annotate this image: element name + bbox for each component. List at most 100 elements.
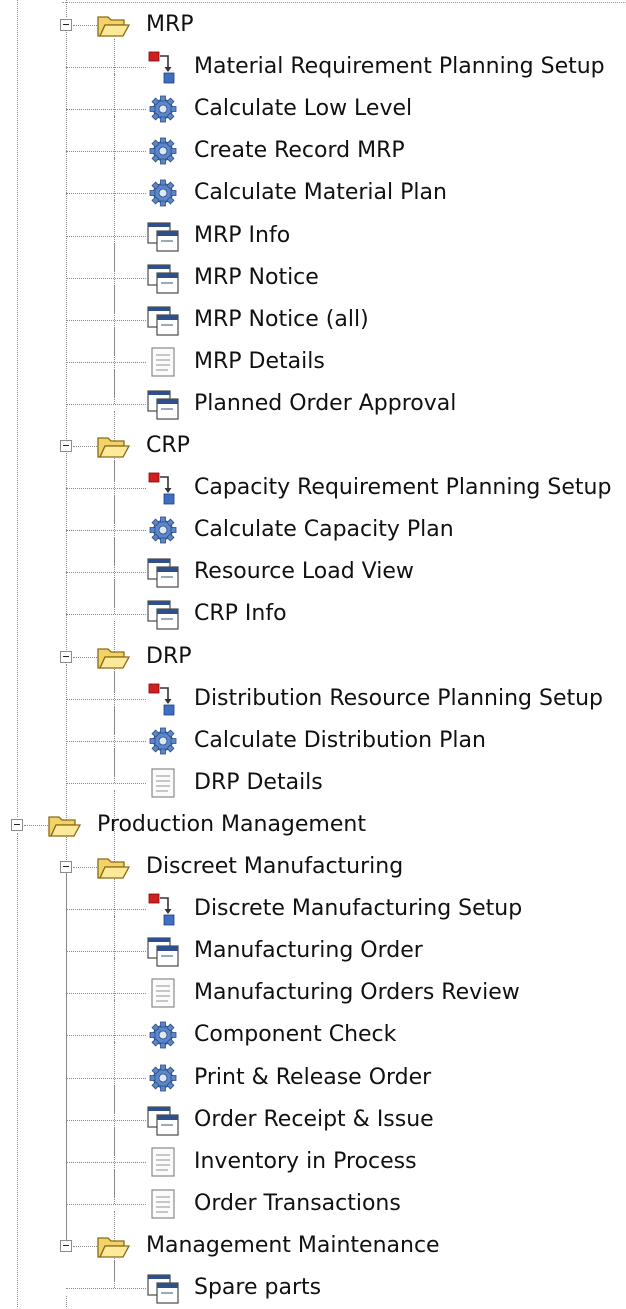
tree-connector [66,1077,146,1079]
collapse-toggle-management-maintenance[interactable] [60,1239,72,1252]
tree-guide-line [114,460,115,615]
workflow-icon [146,471,180,505]
tree-item-print-and-release-order[interactable]: Print & Release Order [194,1061,431,1095]
folder-open-icon [96,850,131,884]
tree-item-planned-order-approval[interactable]: Planned Order Approval [194,387,456,421]
tree-item-calculate-material-plan[interactable]: Calculate Material Plan [194,176,447,210]
tree-connector [66,993,146,995]
tree-item-material-requirement-planning-setup[interactable]: Material Requirement Planning Setup [194,50,605,84]
tree-item-manufacturing-orders-review[interactable]: Manufacturing Orders Review [194,976,520,1010]
window-icon [146,597,180,631]
collapse-toggle-discreet-manufacturing[interactable] [60,861,72,873]
tree-connector [66,530,146,532]
tree-guide-line [114,670,115,783]
folder-open-icon [96,429,131,463]
tree-top-border [62,2,626,3]
tree-connector [66,698,146,700]
tree-connector [66,193,146,195]
tree-connector [66,319,146,321]
collapse-toggle-drp[interactable] [60,650,72,663]
tree-connector [73,656,97,658]
tree-folder-mrp[interactable]: MRP [146,8,194,42]
process-gear-icon [146,92,180,126]
tree-item-mrp-details[interactable]: MRP Details [194,345,325,379]
tree-item-distribution-resource-planning-setup[interactable]: Distribution Resource Planning Setup [194,682,603,716]
report-icon [146,766,180,800]
tree-guide-line [114,1259,115,1288]
tree-connector [66,67,146,69]
tree-item-component-check[interactable]: Component Check [194,1018,396,1052]
tree-connector [66,109,146,111]
tree-item-resource-load-view[interactable]: Resource Load View [194,555,414,589]
workflow-icon [146,50,180,84]
tree-guide-line [66,1296,67,1307]
tree-connector [24,824,48,826]
report-icon [146,345,180,379]
process-gear-icon [146,513,180,547]
tree-guide-line [17,0,18,817]
tree-item-calculate-capacity-plan[interactable]: Calculate Capacity Plan [194,513,454,547]
window-icon [146,934,180,968]
window-icon [146,1271,180,1305]
process-gear-icon [146,1018,180,1052]
window-icon [146,1103,180,1137]
tree-connector [73,25,97,26]
tree-connector [66,1203,146,1205]
tree-guide-line [17,832,18,1307]
collapse-toggle-production-management[interactable] [11,818,23,831]
workflow-icon [146,682,180,716]
tree-folder-drp[interactable]: DRP [146,640,192,674]
tree-item-mrp-notice[interactable]: MRP Notice [194,261,319,295]
tree-item-spare-parts[interactable]: Spare parts [194,1271,321,1305]
tree-folder-discreet-manufacturing[interactable]: Discreet Manufacturing [146,850,403,884]
tree-connector [66,572,146,574]
process-gear-icon [146,176,180,210]
tree-item-manufacturing-order[interactable]: Manufacturing Order [194,934,423,968]
menu-tree: MRP Material Requirement Planning Setup Ca… [0,0,626,1307]
folder-open-icon [96,8,131,42]
tree-connector [66,951,146,953]
window-icon [146,261,180,295]
tree-item-calculate-low-level[interactable]: Calculate Low Level [194,92,412,126]
tree-item-order-receipt-and-issue[interactable]: Order Receipt & Issue [194,1103,434,1137]
tree-connector [66,614,146,616]
tree-connector [66,909,146,911]
tree-item-inventory-in-process[interactable]: Inventory in Process [194,1145,417,1179]
tree-item-mrp-notice-all[interactable]: MRP Notice (all) [194,303,369,337]
tree-connector [66,235,146,237]
report-icon [146,976,180,1010]
tree-connector [66,740,146,742]
tree-item-mrp-info[interactable]: MRP Info [194,219,290,253]
folder-open-icon [96,1229,131,1263]
process-gear-icon [146,1061,180,1095]
folder-open-icon [47,808,82,842]
process-gear-icon [146,724,180,758]
workflow-icon [146,892,180,926]
tree-connector [66,782,146,784]
tree-folder-management-maintenance[interactable]: Management Maintenance [146,1229,440,1263]
tree-item-discrete-manufacturing-setup[interactable]: Discrete Manufacturing Setup [194,892,522,926]
tree-connector [66,1161,146,1163]
tree-connector [73,446,97,447]
window-icon [146,387,180,421]
window-icon [146,219,180,253]
tree-connector [66,403,146,405]
tree-connector [66,361,146,363]
tree-item-order-transactions[interactable]: Order Transactions [194,1187,401,1221]
tree-item-capacity-requirement-planning-setup[interactable]: Capacity Requirement Planning Setup [194,471,611,505]
tree-item-crp-info[interactable]: CRP Info [194,597,287,631]
report-icon [146,1145,180,1179]
tree-connector [66,277,146,279]
window-icon [146,303,180,337]
tree-item-drp-details[interactable]: DRP Details [194,766,323,800]
tree-connector [66,1288,146,1289]
collapse-toggle-crp[interactable] [60,440,72,452]
tree-item-calculate-distribution-plan[interactable]: Calculate Distribution Plan [194,724,486,758]
process-gear-icon [146,134,180,168]
tree-guide-line [114,881,115,1204]
tree-folder-production-management[interactable]: Production Management [97,808,366,842]
collapse-toggle-mrp[interactable] [60,19,72,31]
tree-folder-crp[interactable]: CRP [146,429,190,463]
tree-item-create-record-mrp[interactable]: Create Record MRP [194,134,405,168]
tree-guide-line [66,453,67,650]
